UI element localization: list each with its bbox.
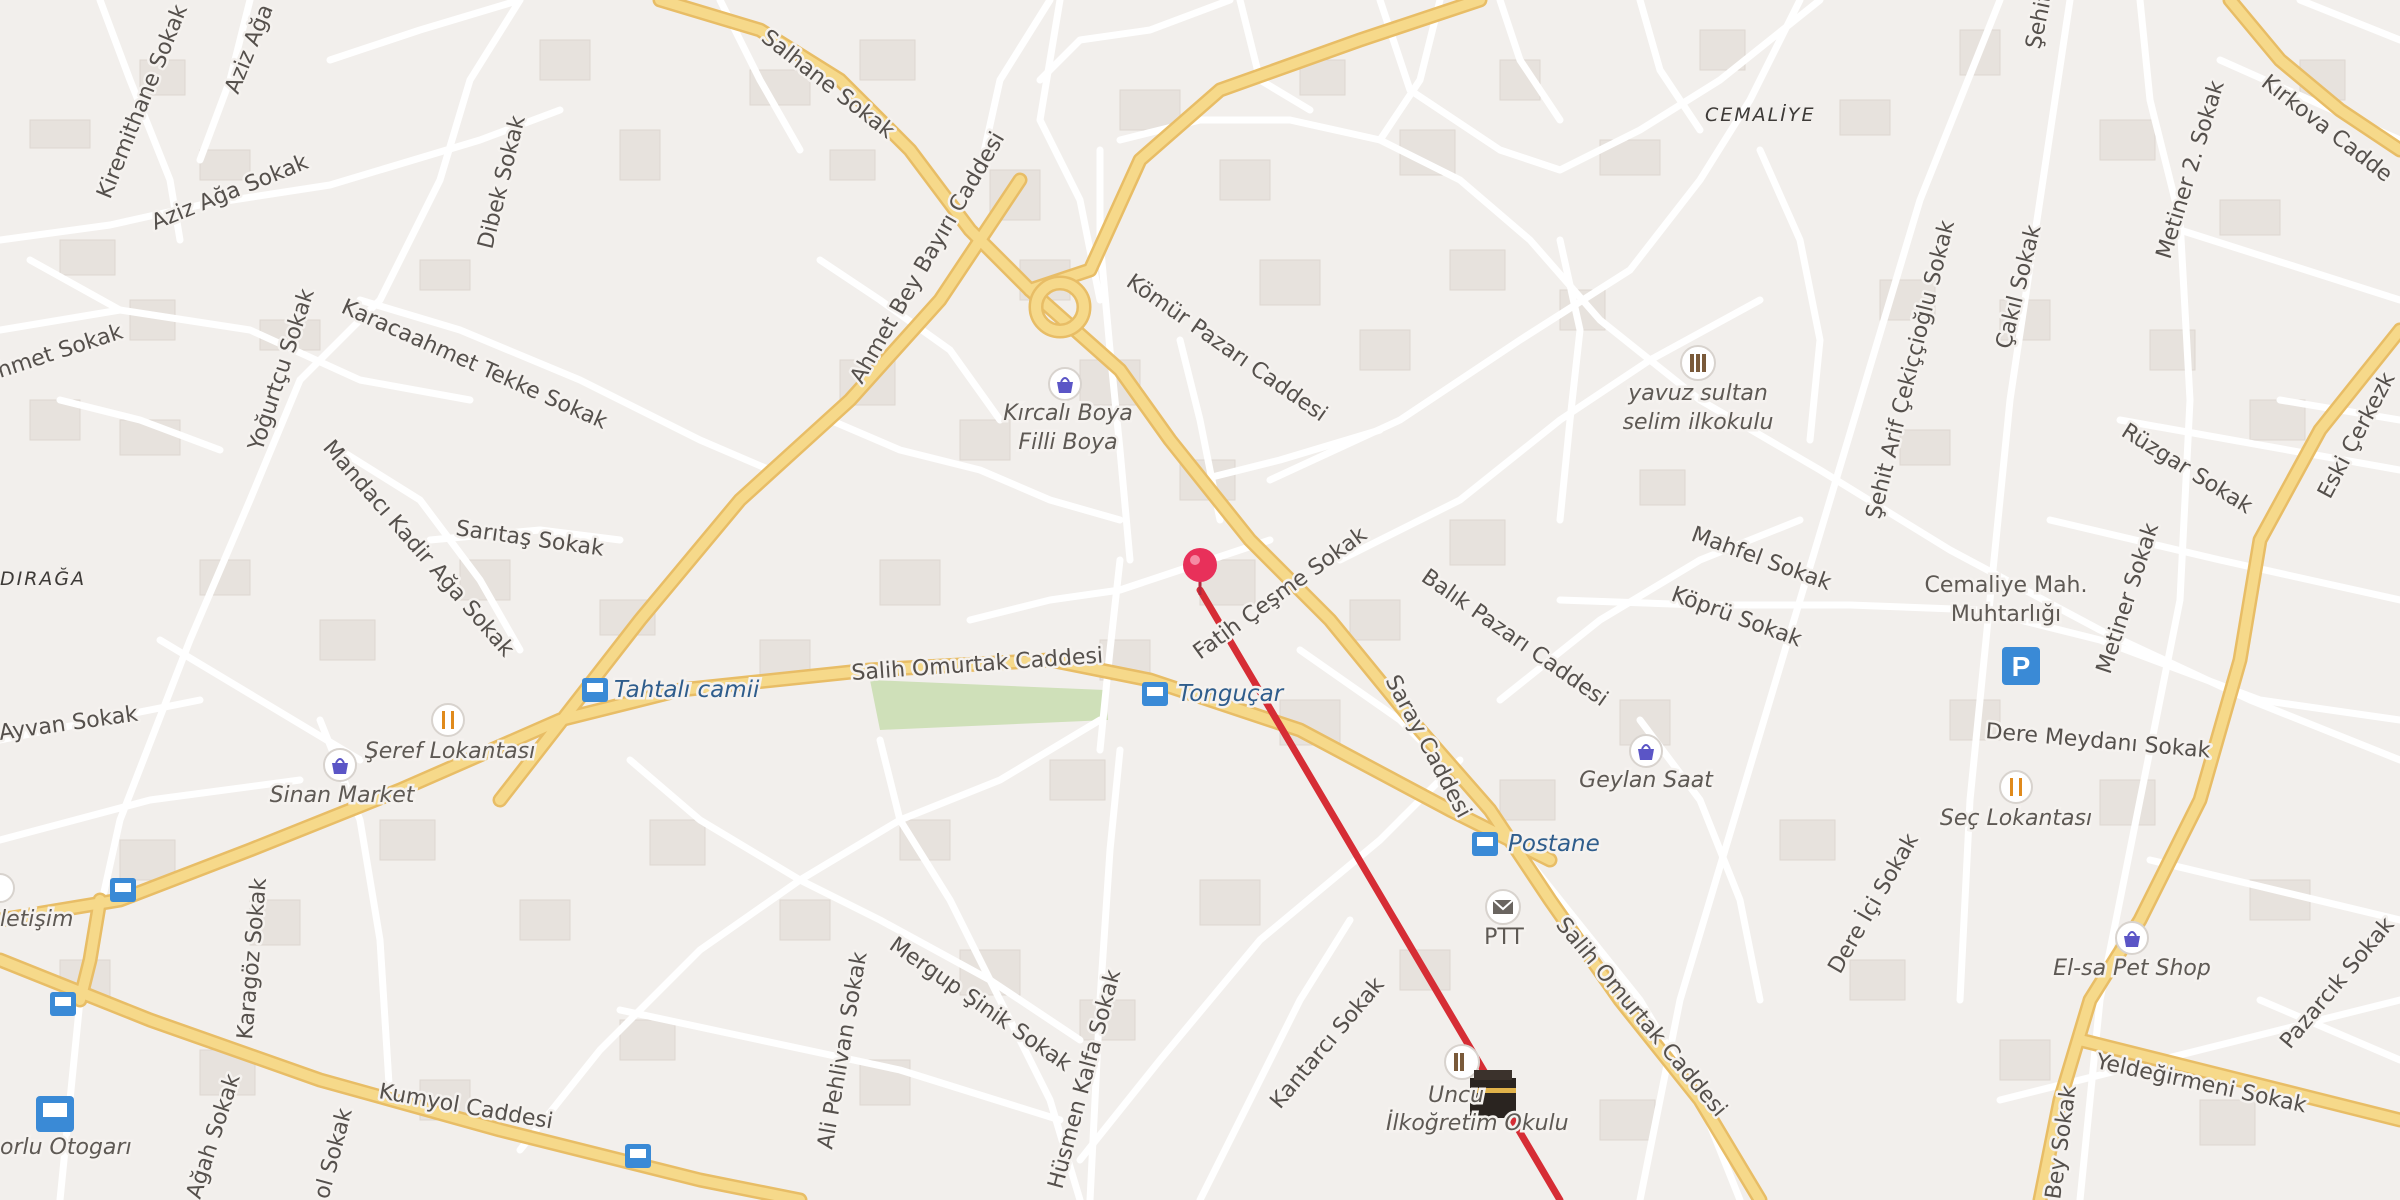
district-label-diraga: DIRAĞA [0, 566, 86, 590]
bus-stop-icon[interactable] [625, 1144, 651, 1168]
poi-label-ptt: PTT [1484, 925, 1524, 950]
district-label-cemaliye: CEMALİYE [1705, 103, 1815, 126]
bus-stop-icon[interactable] [1142, 682, 1168, 706]
poi-label-sinan: Sinan Market [270, 783, 416, 808]
bus-stop-icon[interactable] [50, 992, 76, 1016]
bus-stop-icon[interactable] [110, 878, 136, 902]
bus-stop-label-postane: Postane [1508, 831, 1600, 857]
map-canvas[interactable]: CEMALİYE DIRAĞA Salhane Sokak Kırkova Ca… [0, 0, 2400, 1200]
bus-stop-label-tongucar: Tonguçar [1178, 681, 1285, 707]
shopping-bag-icon[interactable] [2115, 921, 2149, 955]
poi-label-otogar: orlu Otogarı [0, 1135, 132, 1160]
poi-label-uncu-2: İlkoğretim Okulu [1386, 1110, 1569, 1136]
mail-icon[interactable] [1485, 889, 1521, 925]
svg-text:P: P [2012, 651, 2031, 682]
poi-label-sec: Seç Lokantası [1940, 806, 2092, 831]
restaurant-icon[interactable] [1999, 770, 2033, 804]
bus-stop-label-tahtali: Tahtalı camii [614, 677, 760, 703]
poi-label-seref: Şeref Lokantası [365, 739, 535, 764]
poi-label-muhtarlik-1: Cemaliye Mah. [1925, 573, 2088, 598]
restaurant-icon[interactable] [431, 703, 465, 737]
parking-icon[interactable]: P [2002, 647, 2040, 685]
poi-label-elsa: El-sa Pet Shop [2053, 956, 2211, 981]
shopping-bag-icon[interactable] [323, 748, 357, 782]
poi-label-geylan: Geylan Saat [1579, 768, 1714, 793]
poi-label-yavuz-1: yavuz sultan [1627, 381, 1768, 406]
school-icon[interactable] [1680, 345, 1716, 381]
poi-label-kircali-2: Filli Boya [1018, 430, 1117, 455]
poi-label-muhtarlik-2: Muhtarlığı [1951, 602, 2061, 627]
shopping-bag-icon[interactable] [1629, 734, 1663, 768]
bus-stop-icon[interactable] [582, 678, 608, 702]
school-icon[interactable] [1444, 1044, 1480, 1080]
bus-station-icon[interactable] [36, 1096, 74, 1132]
poi-label-kircali-1: Kırcalı Boya [1003, 401, 1132, 426]
poi-label-yavuz-2: selim ilkokulu [1623, 410, 1774, 435]
bus-stop-icon[interactable] [1472, 832, 1498, 856]
shopping-bag-icon[interactable] [1048, 367, 1082, 401]
poi-label-uncu-1: Uncu [1428, 1083, 1484, 1108]
poi-label-iletisim: letişim [0, 907, 73, 932]
